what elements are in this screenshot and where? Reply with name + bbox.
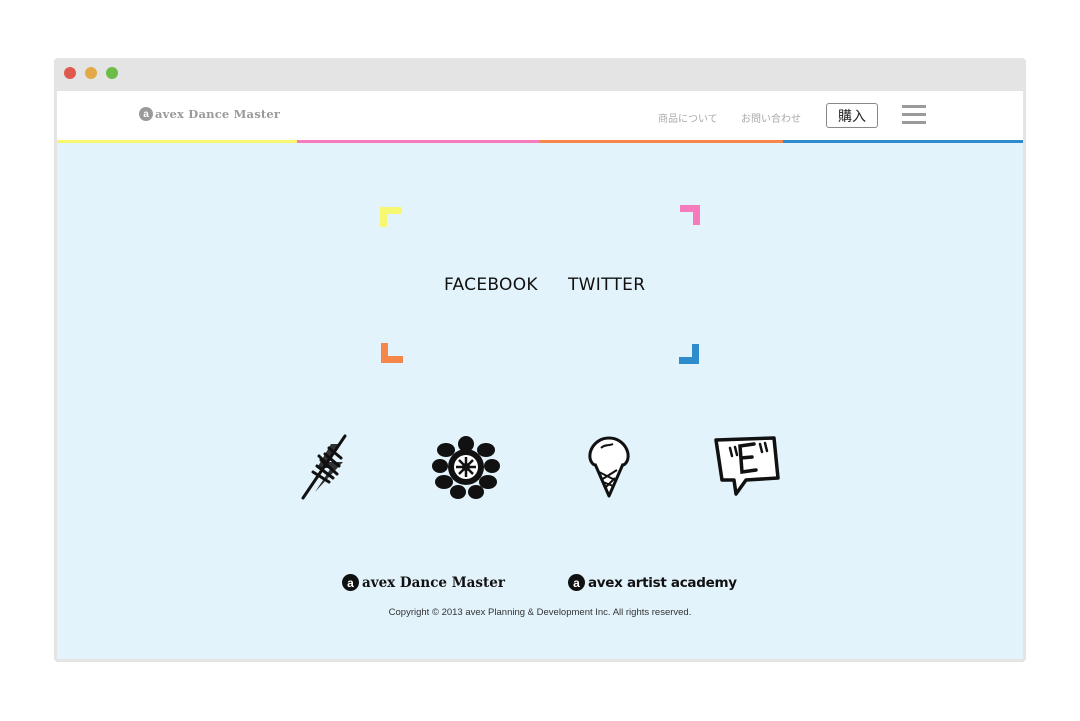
footer-logo-dance-master[interactable]: a avex Dance Master: [342, 574, 505, 591]
site-logo-text: avex Dance Master: [155, 107, 281, 121]
corner-bracket-bottom-right: [679, 344, 699, 364]
corner-bracket-top-right: [680, 205, 700, 225]
minimize-window-button[interactable]: [85, 67, 97, 79]
avex-logo-mark: a: [342, 574, 359, 591]
nav-link-products[interactable]: 商品について: [658, 110, 718, 125]
corner-bracket-top-left: [380, 207, 402, 227]
nav-link-contact[interactable]: お問い合わせ: [741, 110, 801, 125]
palm-tree-icon[interactable]: [432, 434, 500, 500]
lightning-icon[interactable]: [301, 434, 347, 500]
copyright-text: Copyright © 2013 avex Planning & Develop…: [388, 607, 692, 618]
site-header: a avex Dance Master 商品について お問い合わせ 購入: [57, 91, 1023, 140]
page-viewport: a avex Dance Master 商品について お問い合わせ 購入 FAC: [57, 91, 1023, 659]
speech-bubble-e-icon[interactable]: [712, 434, 782, 500]
avex-logo-mark: a: [139, 107, 153, 121]
header-stripe-orange: [539, 140, 783, 143]
footer-logo-text: avex artist academy: [588, 574, 737, 591]
header-stripe-blue: [783, 140, 1023, 143]
site-logo[interactable]: a avex Dance Master: [139, 107, 280, 121]
footer-logo-artist-academy[interactable]: a avex artist academy: [568, 574, 737, 591]
twitter-link[interactable]: TWITTER: [568, 275, 645, 295]
ice-cream-icon[interactable]: [587, 434, 631, 500]
header-stripe-pink: [297, 140, 539, 143]
header-stripe-yellow: [57, 140, 297, 143]
facebook-link[interactable]: FACEBOOK: [444, 275, 538, 295]
title-bar: [54, 58, 1026, 91]
buy-button[interactable]: 購入: [826, 103, 878, 128]
footer-logo-text: avex Dance Master: [362, 574, 505, 591]
close-window-button[interactable]: [64, 67, 76, 79]
maximize-window-button[interactable]: [106, 67, 118, 79]
corner-bracket-bottom-left: [381, 343, 403, 363]
avex-logo-mark: a: [568, 574, 585, 591]
hamburger-icon[interactable]: [902, 105, 926, 125]
browser-window: a avex Dance Master 商品について お問い合わせ 購入 FAC: [54, 58, 1026, 662]
